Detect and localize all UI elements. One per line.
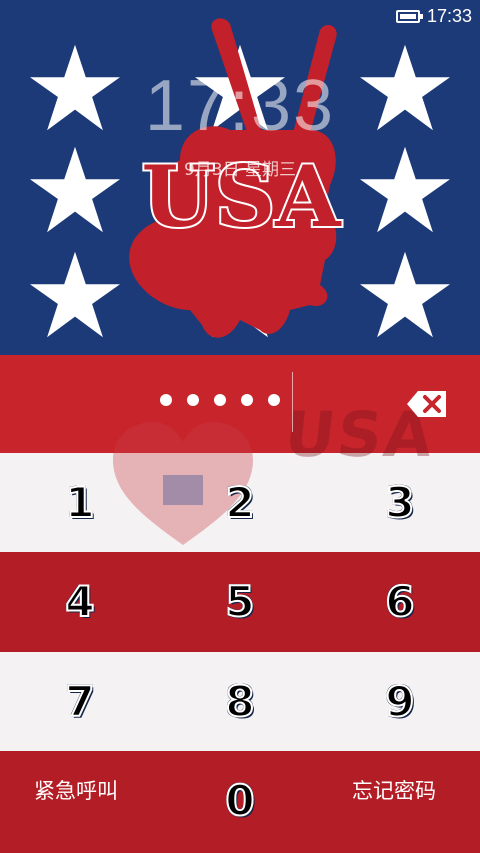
pin-dot — [160, 394, 172, 406]
key-8[interactable]: 8 — [160, 652, 320, 750]
pin-dot — [187, 394, 199, 406]
key-3[interactable]: 3 — [320, 453, 480, 551]
key-5-label: 5 — [224, 576, 255, 627]
key-8-label: 8 — [224, 676, 255, 727]
key-7[interactable]: 7 — [0, 652, 160, 750]
key-6-label: 6 — [384, 576, 415, 627]
star-icon — [360, 251, 450, 338]
key-9-label: 9 — [384, 676, 415, 727]
key-5[interactable]: 5 — [160, 552, 320, 650]
key-4-label: 4 — [64, 576, 95, 627]
key-2-label: 2 — [224, 477, 255, 528]
pin-divider — [292, 372, 293, 432]
emergency-call-button[interactable]: 紧急呼叫 — [34, 775, 118, 805]
backspace-icon[interactable] — [406, 389, 448, 419]
status-bar: 17:33 — [0, 0, 480, 36]
key-7-label: 7 — [64, 676, 95, 727]
lock-clock-time: 17:33 — [144, 66, 336, 146]
forgot-password-button[interactable]: 忘记密码 — [352, 775, 436, 805]
battery-icon — [396, 10, 423, 23]
status-time: 17:33 — [426, 6, 472, 26]
key-1-label: 1 — [64, 477, 95, 528]
key-6[interactable]: 6 — [320, 552, 480, 650]
key-4[interactable]: 4 — [0, 552, 160, 650]
key-0-label: 0 — [224, 775, 255, 826]
key-9[interactable]: 9 — [320, 652, 480, 750]
pin-entry — [0, 372, 480, 436]
lock-clock-date: 9月3日 星期三 — [183, 160, 297, 180]
key-2[interactable]: 2 — [160, 453, 320, 551]
pin-dots — [160, 394, 295, 406]
key-0[interactable]: 0 — [160, 751, 320, 849]
star-icon — [30, 251, 120, 338]
pin-dot — [241, 394, 253, 406]
pin-dot — [214, 394, 226, 406]
key-3-label: 3 — [384, 477, 415, 528]
key-1[interactable]: 1 — [0, 453, 160, 551]
pin-dot — [268, 394, 280, 406]
